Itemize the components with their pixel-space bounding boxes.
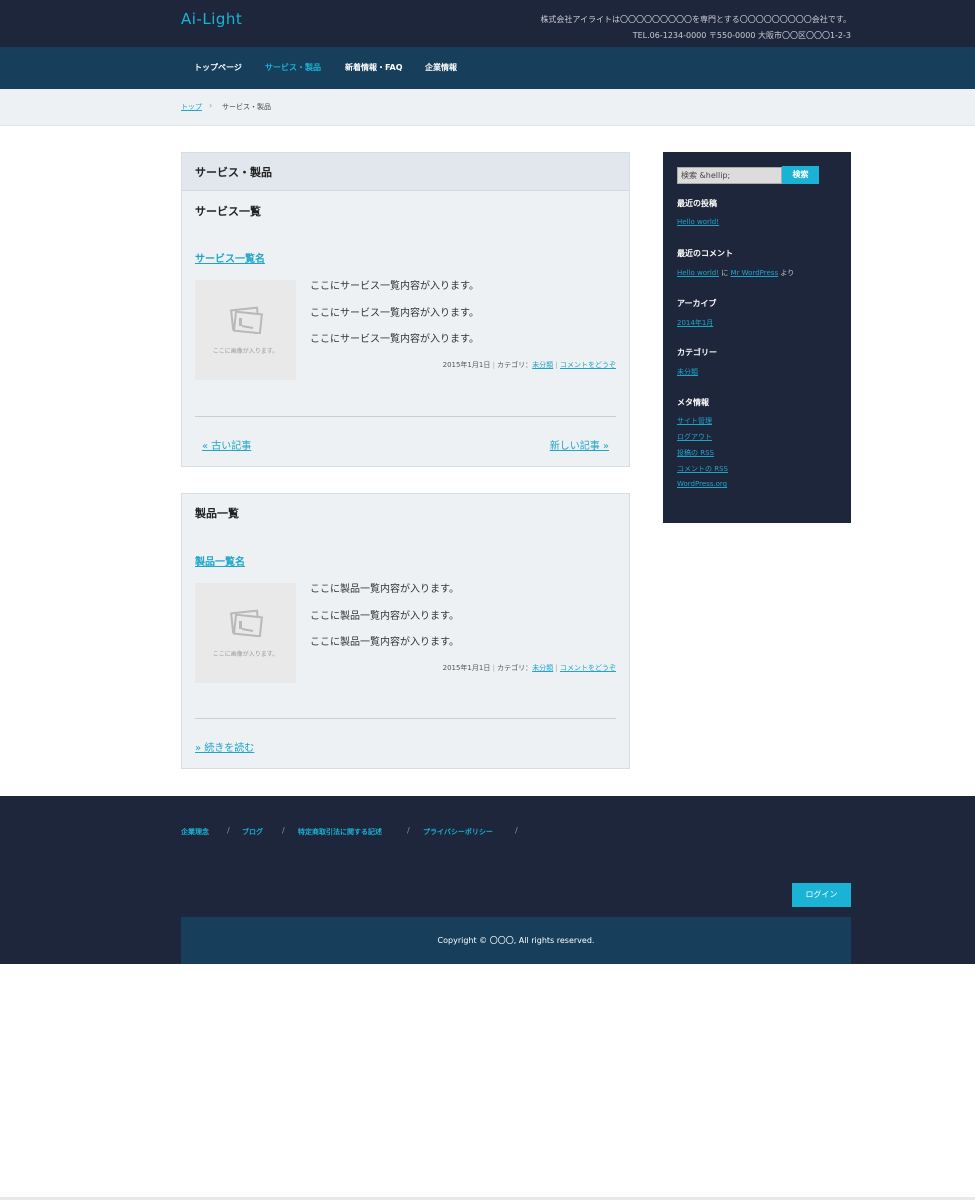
archives-title: アーカイブ	[677, 299, 717, 308]
categories-title: カテゴリー	[677, 348, 717, 357]
footer-separator: /	[227, 826, 230, 835]
footer-link-privacy[interactable]: プライバシーポリシー	[423, 827, 493, 837]
footer-link-philosophy[interactable]: 企業理念	[181, 827, 209, 837]
category-label: カテゴリ：	[497, 664, 533, 672]
meta-link-comments-rss[interactable]: コメントの RSS	[677, 464, 728, 474]
breadcrumb-separator: ›	[209, 101, 213, 110]
products-post-meta: 2015年1月1日 | カテゴリ：未分類 | コメントをどうぞ	[442, 664, 616, 672]
comment-post-link[interactable]: Hello world!	[677, 269, 719, 277]
category-label: カテゴリ：	[497, 361, 533, 369]
search-input[interactable]	[677, 167, 782, 184]
services-post-title-link[interactable]: サービス一覧名	[195, 250, 265, 265]
archive-link[interactable]: 2014年1月	[677, 318, 713, 328]
services-post-meta: 2015年1月1日 | カテゴリ：未分類 | コメントをどうぞ	[442, 361, 616, 369]
products-section-title: 製品一覧	[195, 507, 239, 520]
meta-link-wordpress-org[interactable]: WordPress.org	[677, 480, 727, 488]
footer-separator: /	[282, 826, 285, 835]
footer-link-commerce-law[interactable]: 特定商取引法に関する記述	[298, 827, 382, 837]
footer-link-blog[interactable]: ブログ	[242, 827, 263, 837]
services-thumbnail[interactable]: ここに画像が入ります。	[195, 280, 296, 380]
meta-link-posts-rss[interactable]: 投稿の RSS	[677, 448, 714, 458]
older-posts-link[interactable]: « 古い記事	[202, 437, 251, 452]
site-tagline: 株式会社アイライトは〇〇〇〇〇〇〇〇〇を専門とする〇〇〇〇〇〇〇〇〇会社です。 …	[540, 12, 851, 44]
thumbnail-caption: ここに画像が入ります。	[212, 651, 279, 658]
newer-posts-link[interactable]: 新しい記事 »	[550, 437, 609, 452]
divider	[195, 718, 616, 719]
meta-link-logout[interactable]: ログアウト	[677, 432, 712, 442]
nav-item-company[interactable]: 企業情報	[425, 47, 457, 89]
divider	[195, 416, 616, 417]
category-link[interactable]: 未分類	[677, 367, 698, 377]
site-logo[interactable]: Ai-Light	[181, 10, 242, 28]
comment-from-text: より	[780, 269, 795, 277]
breadcrumb: トップ › サービス・製品	[0, 89, 975, 126]
comment-author-link[interactable]: Mr WordPress	[731, 269, 779, 277]
recent-comment-item: Hello world! に Mr WordPress より	[677, 268, 794, 278]
footer-separator: /	[407, 826, 410, 835]
search-button[interactable]: 検索	[782, 166, 819, 184]
services-excerpt: ここにサービス一覧内容が入ります。 ここにサービス一覧内容が入ります。 ここにサ…	[310, 274, 479, 354]
services-panel: サービス・製品 サービス一覧 サービス一覧名 ここに画像が入ります。 ここにサー…	[181, 152, 630, 467]
products-post-title-link[interactable]: 製品一覧名	[195, 553, 245, 568]
breadcrumb-current: サービス・製品	[222, 103, 271, 111]
products-panel: 製品一覧 製品一覧名 ここに画像が入ります。 ここに製品一覧内容が入ります。 こ…	[181, 493, 630, 769]
nav-item-news-faq[interactable]: 新着情報・FAQ	[345, 47, 403, 89]
sidebar: 検索 最近の投稿 Hello world! 最近のコメント Hello worl…	[663, 152, 851, 523]
excerpt-line: ここにサービス一覧内容が入ります。	[310, 307, 479, 319]
page-title: サービス・製品	[182, 153, 629, 191]
products-excerpt: ここに製品一覧内容が入ります。 ここに製品一覧内容が入ります。 ここに製品一覧内…	[310, 577, 459, 657]
recent-posts-title: 最近の投稿	[677, 199, 717, 208]
comment-on-text: に	[721, 269, 729, 277]
post-date: 2015年1月1日	[442, 361, 491, 369]
excerpt-line: ここに製品一覧内容が入ります。	[310, 610, 459, 622]
recent-comments-title: 最近のコメント	[677, 249, 733, 258]
comment-link[interactable]: コメントをどうぞ	[560, 664, 616, 672]
nav-item-services[interactable]: サービス・製品	[265, 47, 321, 89]
nav-item-top[interactable]: トップページ	[194, 47, 242, 89]
read-more-link[interactable]: » 続きを読む	[195, 739, 254, 754]
site-header: Ai-Light 株式会社アイライトは〇〇〇〇〇〇〇〇〇を専門とする〇〇〇〇〇〇…	[0, 0, 975, 47]
site-footer: 企業理念 / ブログ / 特定商取引法に関する記述 / プライバシーポリシー /…	[0, 796, 975, 964]
excerpt-line: ここに製品一覧内容が入ります。	[310, 584, 459, 595]
breadcrumb-home-link[interactable]: トップ	[181, 102, 202, 112]
image-placeholder-icon	[230, 306, 263, 334]
post-date: 2015年1月1日	[442, 664, 491, 672]
tagline-line-2: TEL.06-1234-0000 〒550-0000 大阪市〇〇区〇〇〇1-2-…	[632, 31, 851, 40]
services-section-title: サービス一覧	[195, 205, 261, 218]
thumbnail-caption: ここに画像が入ります。	[212, 348, 279, 355]
copyright: Copyright © 〇〇〇, All rights reserved.	[181, 917, 851, 964]
global-nav: トップページ サービス・製品 新着情報・FAQ 企業情報	[0, 47, 975, 89]
category-link[interactable]: 未分類	[532, 361, 553, 369]
recent-post-link[interactable]: Hello world!	[677, 218, 719, 226]
login-button[interactable]: ログイン	[792, 883, 851, 907]
meta-link-site-admin[interactable]: サイト管理	[677, 416, 712, 426]
category-link[interactable]: 未分類	[532, 664, 553, 672]
excerpt-line: ここにサービス一覧内容が入ります。	[310, 281, 479, 292]
comment-link[interactable]: コメントをどうぞ	[560, 361, 616, 369]
tagline-line-1: 株式会社アイライトは〇〇〇〇〇〇〇〇〇を専門とする〇〇〇〇〇〇〇〇〇会社です。	[540, 15, 851, 24]
footer-separator: /	[515, 826, 518, 835]
excerpt-line: ここに製品一覧内容が入ります。	[310, 637, 459, 648]
products-thumbnail[interactable]: ここに画像が入ります。	[195, 583, 296, 683]
meta-title: メタ情報	[677, 398, 709, 407]
excerpt-line: ここにサービス一覧内容が入ります。	[310, 334, 479, 345]
image-placeholder-icon	[230, 609, 263, 637]
